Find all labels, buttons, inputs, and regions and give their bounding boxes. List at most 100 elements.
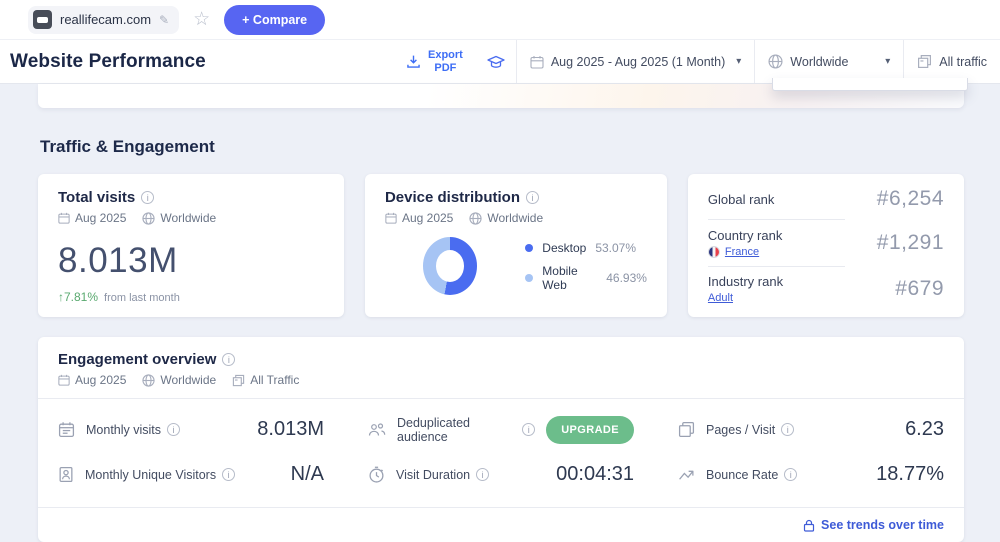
metric-monthly-unique-visitors: Monthly Unique Visitors N/A bbox=[58, 452, 324, 497]
france-flag-icon bbox=[707, 245, 720, 258]
metric-value: 18.77% bbox=[876, 463, 944, 485]
country-value: Worldwide bbox=[790, 54, 849, 69]
info-icon[interactable] bbox=[167, 423, 181, 436]
info-icon[interactable] bbox=[784, 468, 798, 481]
legend-dot bbox=[525, 243, 534, 252]
traffic-layers-icon bbox=[917, 54, 932, 69]
metric-bounce-rate: Bounce Rate 18.77% bbox=[678, 452, 944, 497]
site-favicon bbox=[33, 10, 52, 29]
graduation-cap-icon bbox=[486, 54, 506, 70]
metric-label: Visit Duration bbox=[396, 467, 471, 482]
calendar-icon bbox=[58, 421, 75, 438]
upgrade-button[interactable]: UPGRADE bbox=[546, 415, 634, 444]
country-link[interactable]: France bbox=[725, 246, 759, 258]
info-icon[interactable] bbox=[476, 468, 490, 481]
globe-icon bbox=[142, 211, 156, 225]
rank-value: #679 bbox=[895, 277, 944, 300]
info-icon[interactable] bbox=[781, 423, 795, 436]
rank-card: Global rank #6,254 Country rank France #… bbox=[687, 174, 964, 317]
total-visits-period: Aug 2025 bbox=[75, 211, 127, 225]
info-icon[interactable] bbox=[525, 191, 539, 204]
legend-item-desktop: Desktop 53.07% bbox=[525, 241, 647, 255]
page-title: Website Performance bbox=[10, 50, 206, 72]
country-dropdown-panel[interactable] bbox=[772, 78, 968, 91]
compare-button[interactable]: + Compare bbox=[224, 4, 326, 35]
chevron-down-icon: ▾ bbox=[736, 56, 742, 67]
metric-label: Deduplicated audience bbox=[397, 415, 470, 444]
globe-icon bbox=[142, 373, 156, 387]
engagement-title: Engagement overview bbox=[58, 351, 217, 368]
industry-link[interactable]: Adult bbox=[708, 292, 733, 304]
metric-label: Pages / Visit bbox=[706, 422, 776, 437]
calendar-icon bbox=[58, 212, 70, 224]
legend-dot bbox=[525, 273, 534, 282]
pages-icon bbox=[678, 421, 695, 438]
traffic-selector[interactable]: All traffic bbox=[904, 40, 1000, 83]
calendar-icon bbox=[58, 374, 70, 386]
engagement-meta: Aug 2025 Worldwide All Traffic bbox=[58, 373, 944, 387]
engagement-period: Aug 2025 bbox=[75, 373, 127, 387]
chevron-down-icon: ▾ bbox=[885, 56, 891, 67]
bounce-icon bbox=[678, 467, 695, 482]
rank-value: #1,291 bbox=[876, 230, 944, 254]
info-icon[interactable] bbox=[222, 353, 236, 366]
engagement-metrics-grid: Monthly visits 8.013M Deduplicated audie… bbox=[38, 398, 964, 507]
metric-value: 6.23 bbox=[905, 418, 944, 440]
legend-item-mobile-web: Mobile Web 46.93% bbox=[525, 264, 647, 292]
metric-pages-per-visit: Pages / Visit 6.23 bbox=[678, 407, 944, 452]
rank-label: Country rank bbox=[707, 227, 783, 243]
info-icon[interactable] bbox=[522, 423, 536, 436]
info-icon[interactable] bbox=[222, 468, 236, 481]
learn-button[interactable] bbox=[476, 40, 516, 83]
see-trends-link[interactable]: See trends over time bbox=[821, 518, 944, 532]
metric-deduplicated-audience: Deduplicated audience UPGRADE bbox=[368, 407, 634, 452]
lock-icon bbox=[803, 519, 815, 532]
metric-visit-duration: Visit Duration 00:04:31 bbox=[368, 452, 634, 497]
change-note: from last month bbox=[104, 292, 180, 304]
total-visits-meta: Aug 2025 Worldwide bbox=[58, 211, 324, 225]
metric-monthly-visits: Monthly visits 8.013M bbox=[58, 407, 324, 452]
rank-label: Industry rank bbox=[707, 274, 784, 289]
unique-visitors-icon bbox=[58, 466, 74, 483]
engagement-traffic: All Traffic bbox=[250, 373, 300, 387]
total-visits-value: 8.013M bbox=[58, 241, 178, 280]
engagement-overview-card: Engagement overview Aug 2025 Worldwide A… bbox=[38, 337, 964, 542]
metric-value: N/A bbox=[290, 463, 324, 485]
audience-icon bbox=[368, 422, 386, 438]
metric-label: Monthly Unique Visitors bbox=[85, 467, 217, 482]
metric-label: Bounce Rate bbox=[706, 467, 779, 482]
info-icon[interactable] bbox=[141, 191, 155, 204]
metric-label: Monthly visits bbox=[86, 422, 162, 437]
summary-cards-row: Total visits Aug 2025 Worldwide 8.013M ↑… bbox=[38, 174, 964, 317]
export-pdf-button[interactable]: Export PDF bbox=[393, 40, 476, 83]
country-selector[interactable]: Worldwide ▾ bbox=[755, 40, 903, 83]
device-distribution-region: Worldwide bbox=[487, 211, 544, 225]
clock-icon bbox=[368, 466, 385, 483]
total-visits-region: Worldwide bbox=[160, 211, 217, 225]
globe-icon bbox=[768, 54, 783, 69]
legend-value: 46.93% bbox=[606, 270, 647, 285]
top-bar: reallifecam.com ✎ ☆ + Compare bbox=[0, 0, 1000, 40]
metric-value: 8.013M bbox=[257, 418, 324, 440]
device-distribution-meta: Aug 2025 Worldwide bbox=[385, 211, 647, 225]
rank-label: Global rank bbox=[707, 191, 775, 207]
calendar-icon bbox=[385, 212, 397, 224]
engagement-region: Worldwide bbox=[160, 373, 217, 387]
legend-label: Mobile Web bbox=[542, 263, 578, 292]
date-range-selector[interactable]: Aug 2025 - Aug 2025 (1 Month) ▾ bbox=[517, 40, 754, 83]
device-distribution-card: Device distribution Aug 2025 Worldwide bbox=[364, 174, 667, 317]
favorite-star-icon[interactable]: ☆ bbox=[193, 10, 210, 29]
total-visits-card: Total visits Aug 2025 Worldwide 8.013M ↑… bbox=[38, 174, 344, 317]
traffic-value: All traffic bbox=[939, 54, 987, 69]
global-rank-row: Global rank #6,254 bbox=[708, 179, 944, 219]
traffic-layers-icon bbox=[232, 374, 245, 387]
legend-value: 53.07% bbox=[595, 240, 637, 255]
section-title: Traffic & Engagement bbox=[40, 137, 215, 156]
device-distribution-period: Aug 2025 bbox=[401, 211, 454, 225]
edit-pencil-icon[interactable]: ✎ bbox=[159, 13, 169, 27]
device-legend: Desktop 53.07% Mobile Web 46.93% bbox=[525, 241, 647, 292]
export-pdf-label: Export PDF bbox=[427, 48, 463, 74]
calendar-icon bbox=[530, 55, 544, 69]
device-donut-chart bbox=[422, 237, 478, 295]
site-tab[interactable]: reallifecam.com ✎ bbox=[28, 5, 180, 34]
